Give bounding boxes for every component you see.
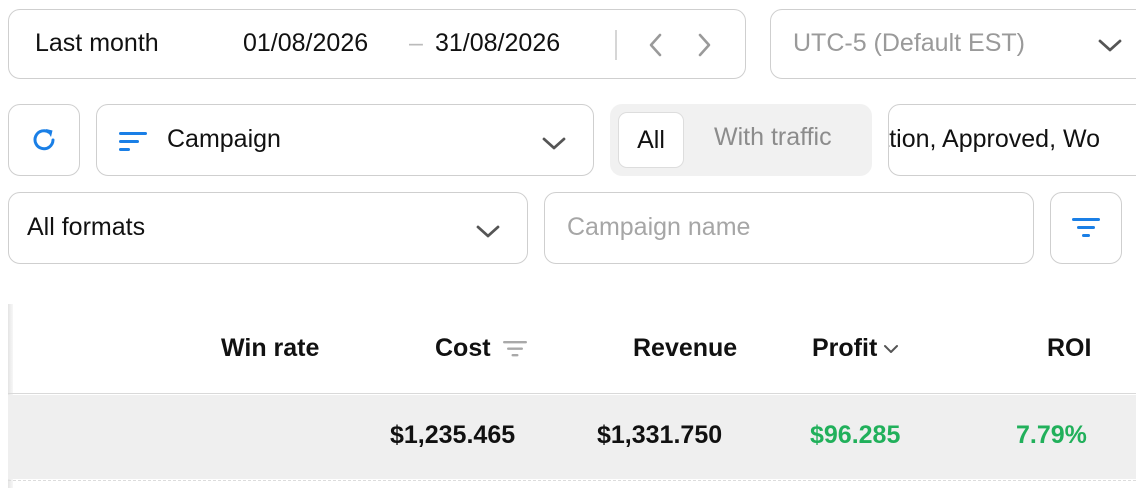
next-period-button[interactable] (689, 30, 719, 60)
sort-lines-icon (117, 129, 149, 160)
advanced-filter-button[interactable] (1050, 192, 1122, 264)
date-to[interactable]: 31/08/2026 (435, 29, 560, 58)
traffic-option-with-traffic[interactable]: With traffic (714, 123, 832, 152)
column-filter-icon[interactable] (502, 340, 527, 358)
group-by-label: Campaign (167, 125, 281, 153)
campaign-search (544, 192, 1034, 264)
prev-period-button[interactable] (641, 30, 671, 60)
column-header-cost[interactable]: Cost (435, 334, 527, 363)
row-divider (8, 480, 1136, 481)
stats-table: Win rate Cost Revenue Profit ROI $1,235.… (8, 304, 1136, 488)
chevron-right-icon (698, 33, 711, 57)
status-multiselect[interactable]: ration, Approved, Wo (888, 104, 1136, 176)
sort-desc-icon (884, 344, 899, 353)
date-from[interactable]: 01/08/2026 (243, 29, 368, 58)
summary-roi: 7.79% (1016, 421, 1087, 449)
column-header-revenue[interactable]: Revenue (633, 334, 737, 363)
status-selected-values: ration, Approved, Wo (888, 125, 1101, 153)
chevron-down-icon (475, 218, 501, 247)
column-header-roi[interactable]: ROI (1047, 334, 1091, 363)
summary-profit: $96.285 (810, 421, 901, 449)
refresh-icon (33, 129, 55, 151)
traffic-option-all[interactable]: All (618, 112, 684, 168)
divider (615, 30, 617, 60)
column-header-win-rate[interactable]: Win rate (221, 334, 319, 363)
traffic-toggle: All With traffic (610, 104, 872, 176)
filter-icon (1072, 218, 1100, 237)
group-by-select[interactable]: Campaign (96, 104, 594, 176)
table-header: Win rate Cost Revenue Profit ROI (8, 304, 1136, 394)
column-header-profit[interactable]: Profit (812, 334, 899, 363)
chevron-down-icon (1097, 32, 1123, 61)
date-range-picker[interactable]: Last month 01/08/2026 – 31/08/2026 (8, 9, 746, 79)
chevron-left-icon (649, 33, 662, 57)
formats-select[interactable]: All formats (8, 192, 528, 264)
campaign-name-input[interactable] (547, 195, 1029, 259)
summary-row: $1,235.465 $1,331.750 $96.285 7.79% (8, 395, 1136, 481)
chevron-down-icon (541, 130, 567, 159)
summary-revenue: $1,331.750 (597, 421, 723, 449)
date-preset[interactable]: Last month (35, 29, 159, 58)
formats-label: All formats (27, 213, 146, 241)
summary-cost: $1,235.465 (390, 421, 516, 449)
timezone-select[interactable]: UTC-5 (Default EST) (770, 9, 1136, 79)
date-separator: – (409, 29, 423, 57)
refresh-button[interactable] (8, 104, 80, 176)
timezone-label: UTC-5 (Default EST) (793, 29, 1025, 57)
